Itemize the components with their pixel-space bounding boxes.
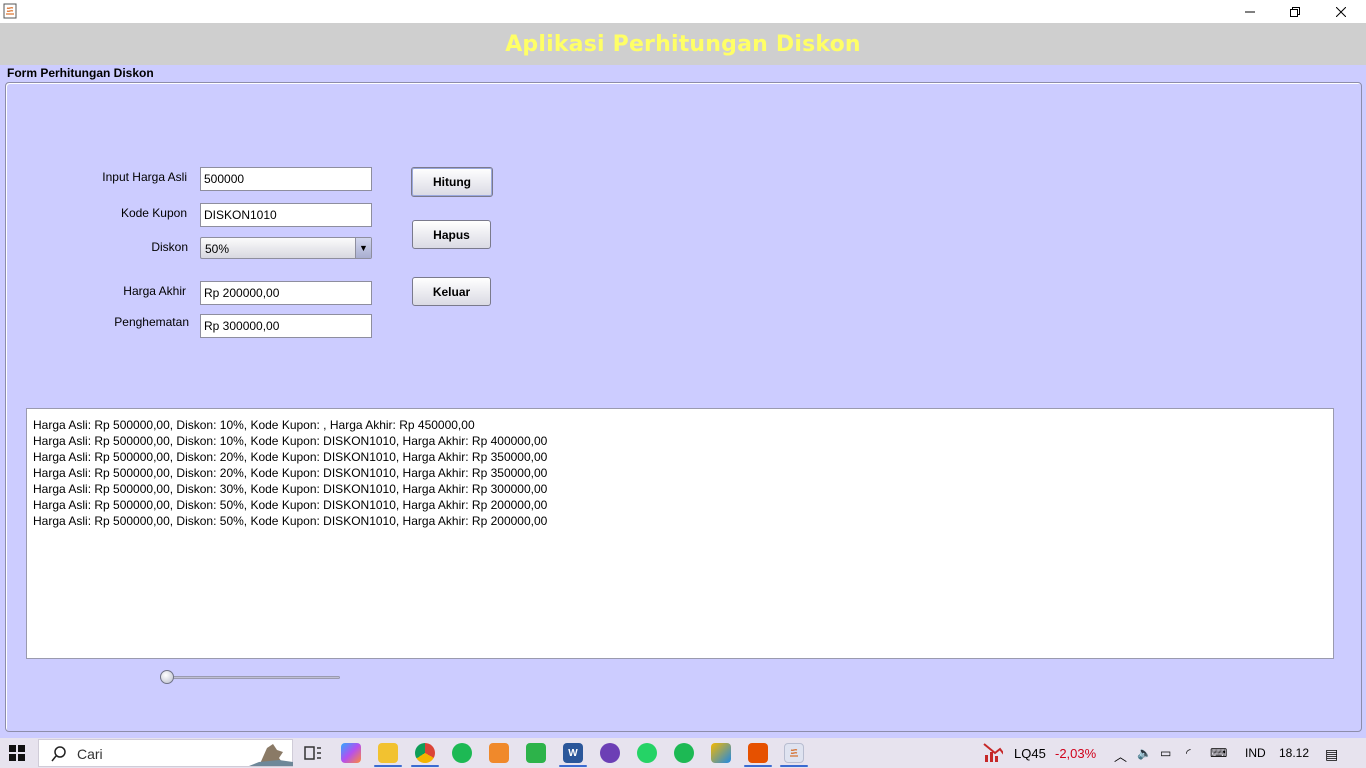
slider-track[interactable]	[166, 676, 340, 679]
stock-symbol: LQ45	[1014, 746, 1046, 761]
spotify-icon[interactable]	[452, 743, 472, 763]
kode-kupon-label: Kode Kupon	[120, 206, 187, 220]
hitung-button[interactable]: Hitung	[411, 167, 493, 197]
spotify-icon[interactable]	[674, 743, 694, 763]
close-icon	[1336, 6, 1346, 17]
keyboard-icon[interactable]: ⌨	[1210, 746, 1227, 760]
log-line: Harga Asli: Rp 500000,00, Diskon: 30%, K…	[33, 482, 548, 496]
minimize-button[interactable]	[1227, 0, 1273, 23]
diskon-selected-value: 50%	[205, 242, 230, 256]
chrome-icon[interactable]	[415, 743, 435, 763]
diskon-label: Diskon	[151, 240, 188, 254]
penghematan-output[interactable]: Rp 300000,00	[200, 314, 372, 338]
windows-start-icon[interactable]	[9, 745, 25, 761]
log-line: Harga Asli: Rp 500000,00, Diskon: 10%, K…	[33, 434, 548, 448]
active-indicator	[780, 765, 808, 767]
app-title: Aplikasi Perhitungan Diskon	[505, 31, 861, 57]
log-line: Harga Asli: Rp 500000,00, Diskon: 10%, K…	[33, 418, 475, 432]
log-line: Harga Asli: Rp 500000,00, Diskon: 50%, K…	[33, 498, 548, 512]
word-icon[interactable]: W	[563, 743, 583, 763]
battery-icon[interactable]: ▭	[1160, 746, 1171, 760]
clock[interactable]: 18.12	[1279, 746, 1309, 760]
task-view-icon[interactable]	[303, 743, 323, 763]
app-header: Aplikasi Perhitungan Diskon	[0, 23, 1366, 65]
notification-icon[interactable]: ▤	[1325, 746, 1338, 763]
chevron-up-icon[interactable]: ︿	[1114, 746, 1127, 765]
chevron-down-icon[interactable]: ▼	[355, 238, 371, 258]
log-line: Harga Asli: Rp 500000,00, Diskon: 50%, K…	[33, 514, 548, 528]
wolf-illustration-icon	[249, 744, 293, 766]
history-textarea[interactable]: Harga Asli: Rp 500000,00, Diskon: 10%, K…	[26, 408, 1334, 659]
slider-thumb[interactable]	[160, 670, 174, 684]
restore-icon	[1290, 6, 1300, 17]
diskon-dropdown[interactable]: 50% ▼	[200, 237, 372, 259]
active-indicator	[559, 765, 587, 767]
minimize-icon	[1245, 11, 1255, 12]
java-app-icon	[3, 3, 17, 19]
active-indicator	[374, 765, 402, 767]
active-indicator	[411, 765, 439, 767]
speaker-icon[interactable]: 🔈	[1137, 746, 1152, 760]
taskbar-search[interactable]: Cari	[38, 739, 293, 767]
search-placeholder: Cari	[77, 746, 103, 762]
whatsapp-icon[interactable]	[637, 743, 657, 763]
xampp-icon[interactable]	[489, 743, 509, 763]
language-indicator[interactable]: IND	[1245, 746, 1266, 760]
taskbar: Cari W LQ45 -2,03% ︿ 🔈 ▭ ◜ ⌨ IND 18.12 ▤	[0, 738, 1366, 768]
harga-akhir-label: Harga Akhir	[123, 284, 186, 298]
panel-title: Form Perhitungan Diskon	[7, 66, 154, 80]
search-icon	[51, 746, 66, 762]
box-app-icon[interactable]	[711, 743, 731, 763]
hapus-button[interactable]: Hapus	[412, 220, 491, 249]
restore-button[interactable]	[1272, 0, 1318, 23]
active-indicator	[744, 765, 772, 767]
copilot-icon[interactable]	[341, 743, 361, 763]
close-button[interactable]	[1318, 0, 1364, 23]
harga-akhir-output[interactable]: Rp 200000,00	[200, 281, 372, 305]
java-app-taskbar-icon[interactable]	[784, 743, 804, 763]
log-line: Harga Asli: Rp 500000,00, Diskon: 20%, K…	[33, 450, 548, 464]
harga-asli-input[interactable]: 500000	[200, 167, 372, 191]
camtasia-icon[interactable]	[526, 743, 546, 763]
kode-kupon-input[interactable]: DISKON1010	[200, 203, 372, 227]
github-desktop-icon[interactable]	[600, 743, 620, 763]
stock-down-icon[interactable]	[983, 742, 1003, 762]
wifi-icon[interactable]: ◜	[1186, 746, 1191, 760]
penghematan-label: Penghematan	[114, 315, 189, 329]
keluar-button[interactable]: Keluar	[412, 277, 491, 306]
stock-change: -2,03%	[1055, 746, 1097, 761]
log-line: Harga Asli: Rp 500000,00, Diskon: 20%, K…	[33, 466, 548, 480]
netbeans-icon[interactable]	[748, 743, 768, 763]
harga-asli-label: Input Harga Asli	[102, 170, 187, 184]
window-titlebar	[0, 0, 1366, 23]
file-explorer-icon[interactable]	[378, 743, 398, 763]
